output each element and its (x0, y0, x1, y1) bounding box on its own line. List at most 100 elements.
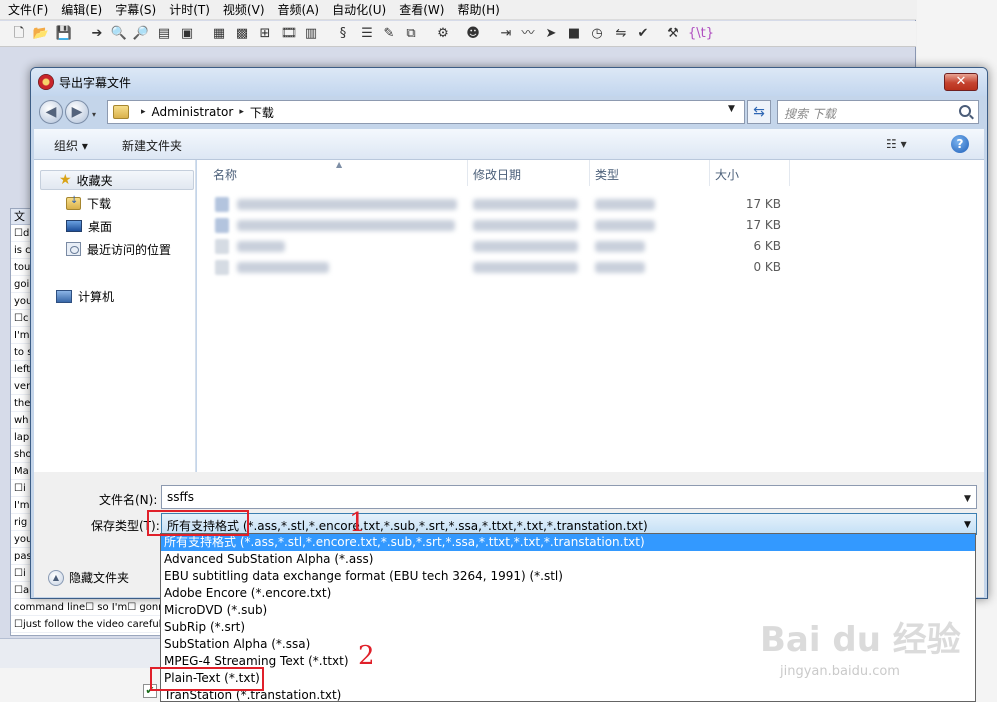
back-arrow-icon[interactable]: ◀ (39, 100, 63, 124)
annotation-box-plain-text (150, 667, 264, 691)
fish-icon[interactable]: ➤ (542, 25, 560, 43)
filetype-option[interactable]: 所有支持格式 (*.ass,*.stl,*.encore.txt,*.sub,*… (161, 534, 975, 551)
forward-arrow-icon[interactable]: ▶ (65, 100, 89, 124)
properties-icon[interactable]: ▦ (210, 25, 228, 43)
clip-icon[interactable]: ▥ (302, 25, 320, 43)
blurred-filename (237, 199, 457, 210)
file-row[interactable]: 0 KB (211, 257, 791, 278)
nav-computer-label: 计算机 (78, 289, 115, 304)
address-bar[interactable]: ▸ Administrator ▸ 下载 (107, 100, 745, 124)
search-input[interactable]: 搜索 下载 (777, 100, 979, 124)
attachments-icon[interactable]: ▣ (178, 25, 196, 43)
blurred-type (595, 262, 645, 273)
menu-item[interactable]: 自动化(U) (332, 1, 386, 18)
nav-favorites[interactable]: ★ 收藏夹 (40, 170, 194, 190)
filename-dropdown-icon[interactable]: ▼ (964, 494, 971, 504)
nav-downloads[interactable]: 下载 (66, 193, 111, 213)
breadcrumb-separator-icon[interactable]: ▸ (239, 107, 244, 117)
filetype-option[interactable]: Advanced SubStation Alpha (*.ass) (161, 551, 975, 568)
automation-icon[interactable]: ⚙ (434, 25, 452, 43)
view-options-icon[interactable]: ☷ ▾ (886, 137, 907, 151)
computer-icon (56, 289, 72, 303)
new-folder-button[interactable]: 新建文件夹 (122, 137, 182, 154)
film-icon[interactable]: 🎞 (280, 25, 298, 43)
subtitle-row[interactable]: ☐just follow the video carefull (11, 616, 161, 633)
menu-item[interactable]: 编辑(E) (61, 1, 102, 18)
nav-recent[interactable]: 最近访问的位置 (66, 239, 171, 259)
spellcheck-icon[interactable]: ✔ (634, 25, 652, 43)
menu-item[interactable]: 文件(F) (8, 1, 48, 18)
replace-icon[interactable]: 🔎 (132, 25, 150, 43)
column-divider[interactable] (467, 160, 468, 186)
tag-icon[interactable]: {\t} (688, 25, 714, 43)
file-row[interactable]: 6 KB (211, 236, 791, 257)
script-icon[interactable]: § (334, 25, 352, 43)
baidu-watermark: Bai du 经验 (760, 620, 961, 660)
search-icon[interactable] (959, 105, 971, 117)
nav-desktop-label: 桌面 (88, 219, 113, 234)
filetype-dropdown-icon[interactable]: ▼ (964, 520, 971, 530)
filename-input[interactable]: ssffs (161, 485, 977, 509)
tools-icon[interactable]: ⚒ (664, 25, 682, 43)
blurred-date (473, 199, 578, 210)
menu-item[interactable]: 查看(W) (399, 1, 444, 18)
column-divider[interactable] (589, 160, 590, 186)
fonts-icon[interactable]: ▩ (233, 25, 251, 43)
clock-icon[interactable]: ◷ (588, 25, 606, 43)
close-button[interactable]: ✕ (944, 73, 978, 91)
history-dropdown-icon[interactable]: ▾ (92, 110, 96, 119)
file-icon (215, 260, 229, 275)
nav-computer[interactable]: 计算机 (56, 286, 114, 306)
filetype-option[interactable]: Adobe Encore (*.encore.txt) (161, 585, 975, 602)
face-icon[interactable]: ☻ (464, 25, 482, 43)
column-divider[interactable] (709, 160, 710, 186)
list-icon[interactable]: ☰ (358, 25, 376, 43)
nav-desktop[interactable]: 桌面 (66, 216, 112, 236)
organize-button[interactable]: 组织 ▾ (54, 137, 88, 154)
breadcrumb-downloads[interactable]: 下载 (250, 104, 274, 121)
shift-icon[interactable]: 〰 (519, 25, 537, 43)
find-icon[interactable]: 🔍 (110, 25, 128, 43)
navigation-bar: ◀ ▶ ▾ ▸ Administrator ▸ 下载 ▼ ⇆ 搜索 下载 (31, 96, 987, 128)
recent-places-icon (66, 242, 81, 256)
help-icon[interactable]: ? (951, 135, 969, 153)
address-dropdown-icon[interactable]: ▼ (728, 104, 735, 114)
arrow-right-icon[interactable]: ➔ (88, 25, 106, 43)
app-logo-icon (38, 74, 54, 90)
save-icon[interactable]: 💾 (55, 25, 73, 43)
file-size: 17 KB (745, 218, 781, 232)
pencil-icon[interactable]: ✎ (380, 25, 398, 43)
refresh-icon[interactable]: ⇆ (747, 100, 771, 124)
filetype-option[interactable]: EBU subtitling data exchange format (EBU… (161, 568, 975, 585)
styles-icon[interactable]: ▤ (155, 25, 173, 43)
open-folder-icon[interactable]: 📂 (32, 25, 50, 43)
hide-folders-button[interactable]: ▲ 隐藏文件夹 (48, 569, 129, 586)
dialog-title: 导出字幕文件 (59, 76, 132, 90)
column-divider[interactable] (789, 160, 790, 186)
resample-icon[interactable]: ⇋ (612, 25, 630, 43)
star-icon: ★ (59, 172, 72, 188)
new-file-icon[interactable]: 🗋 (10, 25, 28, 43)
column-name[interactable]: 名称 (213, 166, 237, 183)
blurred-date (473, 220, 578, 231)
stop-icon[interactable]: ■ (565, 25, 583, 43)
subtitle-row[interactable]: command line☐ so I'm☐ gonna (11, 599, 161, 616)
column-type[interactable]: 类型 (595, 166, 619, 183)
timing-icon[interactable]: ⇥ (497, 25, 515, 43)
breadcrumb-separator-icon[interactable]: ▸ (141, 107, 146, 117)
menu-item[interactable]: 帮助(H) (457, 1, 499, 18)
menu-item[interactable]: 视频(V) (223, 1, 265, 18)
copy-icon[interactable]: ⧉ (402, 25, 420, 43)
menu-item[interactable]: 音频(A) (278, 1, 320, 18)
filetype-select[interactable]: 所有支持格式 (*.ass,*.stl,*.encore.txt,*.sub,*… (161, 513, 977, 535)
file-row[interactable]: 17 KB (211, 215, 791, 236)
filetype-option[interactable]: TranStation (*.transtation.txt) (161, 687, 975, 701)
menu-item[interactable]: 字幕(S) (115, 1, 156, 18)
file-row[interactable]: 17 KB (211, 194, 791, 215)
video-icon[interactable]: ⊞ (256, 25, 274, 43)
column-modified[interactable]: 修改日期 (473, 166, 521, 183)
column-size[interactable]: 大小 (715, 166, 739, 183)
menu-item[interactable]: 计时(T) (169, 1, 210, 18)
blurred-type (595, 199, 655, 210)
breadcrumb-administrator[interactable]: Administrator (152, 105, 234, 119)
